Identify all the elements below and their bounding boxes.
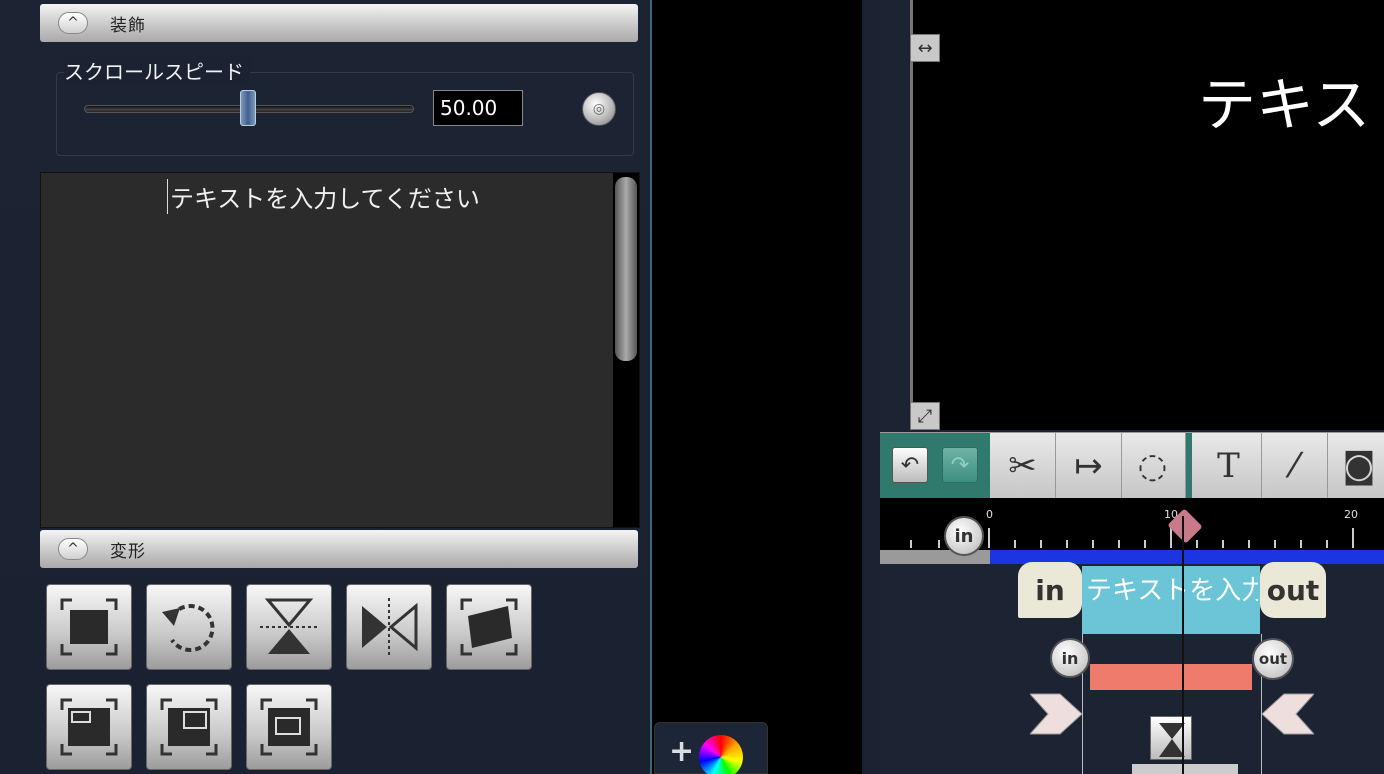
scroll-speed-slider-thumb[interactable] [240,90,256,126]
text-scrollbar[interactable] [613,173,639,527]
ruler-tick [1274,540,1276,548]
ruler-label: 0 [986,508,993,521]
flip-vertical-icon [260,598,318,654]
ruler-tick [1170,528,1172,548]
flip-horizontal-icon [362,598,418,656]
split-arrow-icon: ↦ [1074,446,1103,486]
add-icon: + [669,734,695,769]
ruler-tick [938,540,940,548]
picture-top-left-icon [60,698,118,756]
collapse-chevron-icon[interactable]: ^ [58,12,88,34]
keyframe-in-marker[interactable]: in [1050,638,1090,678]
collapse-chevron-icon[interactable]: ^ [58,538,88,560]
toolbar-separator [1186,433,1192,499]
scroll-speed-input[interactable] [433,90,523,126]
lasso-icon: ◌ [1137,446,1168,486]
resize-horizontal-icon[interactable]: ↔ [910,34,940,62]
picture-top-left-button[interactable] [46,684,132,770]
ruler-tick [1326,540,1328,548]
clip-label: テキストを入力 [1086,576,1258,606]
ruler-tick [910,540,912,548]
picture-top-right-button[interactable] [146,684,232,770]
in-point-marker[interactable]: in [944,516,984,556]
picture-top-right-icon [160,698,218,756]
picture-center-button[interactable] [246,684,332,770]
color-wheel-icon [699,735,743,774]
edit-toolbar: ↶ ↷ ✂ ↦ ◌ T ⁄ ◙ [880,432,1384,499]
text-icon: T [1217,446,1240,486]
snapshot-button[interactable]: ◙ [1326,433,1384,499]
fit-screen-button[interactable] [46,584,132,670]
ruler-tick [1196,540,1198,548]
scroll-speed-label: スクロールスピード [64,56,250,85]
flip-horizontal-button[interactable] [346,584,432,670]
ruler-tick [1040,540,1042,548]
lasso-button[interactable]: ◌ [1120,433,1186,499]
ruler-tick [988,528,990,548]
ruler-tick [1066,540,1068,548]
cut-button[interactable]: ✂ [990,433,1056,499]
hourglass-button[interactable] [1150,716,1192,760]
text-input-area[interactable]: テキストを入力してください [40,172,640,528]
chevron-left-icon[interactable] [1262,690,1314,738]
section-label: 装飾 [110,15,146,36]
rotate-icon [162,604,215,652]
clip-out-handle[interactable]: out [1260,562,1326,618]
color-tab[interactable]: + [654,722,768,774]
track-strip [1132,764,1238,774]
tilt-button[interactable] [446,584,532,670]
fit-screen-icon [60,598,118,656]
keyframe-out-marker[interactable]: out [1252,638,1294,680]
redo-icon: ↷ [950,452,970,478]
redo-button[interactable]: ↷ [942,447,978,483]
ruler-tick [1144,540,1146,548]
ruler-tick [1092,540,1094,548]
ruler-tick [1014,540,1016,548]
picture-center-icon [260,698,318,756]
resize-diagonal-icon[interactable]: ⤢ [910,402,940,430]
ruler-tick [1352,528,1354,548]
playhead-line[interactable] [1182,516,1184,774]
scissors-icon: ✂ [1008,446,1037,486]
text-content[interactable]: テキストを入力してください [167,179,480,214]
section-header-transform[interactable]: ^ 変形 [40,530,638,568]
chevron-right-icon[interactable] [1030,690,1082,738]
ruler-tick [1300,540,1302,548]
media-area [654,0,862,774]
keyframe-bar[interactable] [1090,664,1252,690]
reset-icon[interactable]: ◎ [582,92,616,126]
undo-icon: ↶ [900,452,920,478]
tilt-icon [460,598,518,656]
section-label: 変形 [110,541,146,562]
ruler-tick [1118,540,1120,548]
split-button[interactable]: ↦ [1056,433,1122,499]
ruler-tick [1222,540,1224,548]
text-tool-button[interactable]: T [1196,433,1262,499]
clip-in-handle[interactable]: in [1018,562,1082,618]
section-header-decoration[interactable]: ^ 装飾 [40,4,638,42]
ruler-label: 20 [1344,508,1358,521]
scrollbar-thumb[interactable] [615,177,637,361]
brush-icon: ⁄ [1291,446,1298,486]
undo-button[interactable]: ↶ [892,447,928,483]
ruler-tick [1248,540,1250,548]
panel-divider[interactable] [862,0,880,774]
flip-vertical-button[interactable] [246,584,332,670]
brush-button[interactable]: ⁄ [1262,433,1328,499]
preview-text: テキス [1198,71,1371,139]
hourglass-icon [1159,723,1185,757]
camera-icon: ◙ [1342,446,1376,486]
rotate-button[interactable] [146,584,232,670]
